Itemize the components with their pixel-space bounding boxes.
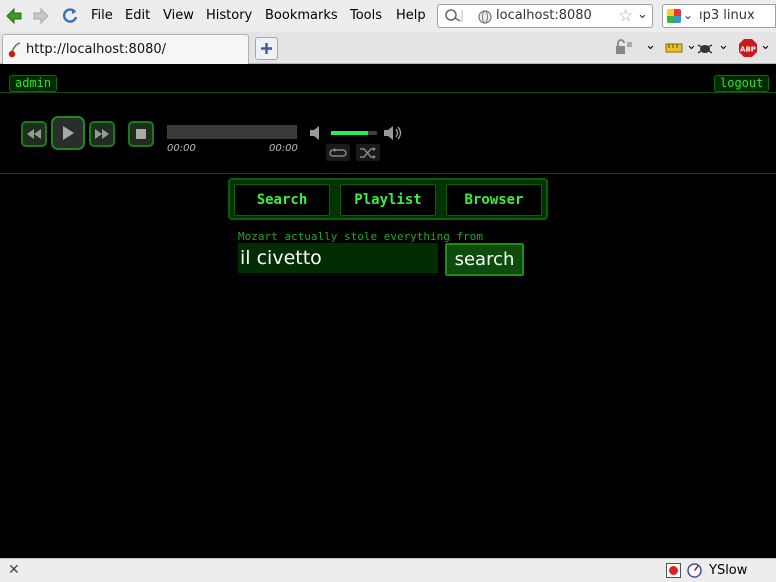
menu-help[interactable]: Help xyxy=(396,8,426,23)
plus-icon xyxy=(261,43,272,54)
url-bar[interactable]: localhost:8080 ☆ ⌄ xyxy=(437,4,653,28)
repeat-button[interactable] xyxy=(326,144,350,161)
main-navigation: Search Playlist Browser xyxy=(228,178,548,220)
tab-title: http://localhost:8080/ xyxy=(26,42,167,57)
close-findbar-icon[interactable]: ✕ xyxy=(8,562,20,578)
lock-dropdown-icon[interactable]: ⌄ xyxy=(645,38,656,53)
cherry-favicon-icon xyxy=(8,42,21,58)
adblock-icon[interactable]: ABP xyxy=(738,38,758,58)
forward-button[interactable] xyxy=(31,6,51,26)
shuffle-icon xyxy=(360,146,376,159)
page-content: admin logout 00:00 00:00 Search Playlist… xyxy=(0,65,776,558)
engine-dropdown-icon[interactable]: ⌄ xyxy=(683,8,693,22)
new-tab-button[interactable] xyxy=(255,37,278,60)
volume-slider[interactable] xyxy=(331,131,377,135)
forward-arrow-icon xyxy=(33,7,49,25)
web-search-bar[interactable]: ⌄ ıp3 linux xyxy=(662,4,776,28)
user-badge: admin xyxy=(9,75,58,92)
browser-menubar: File Edit View History Bookmarks Tools H… xyxy=(0,0,776,32)
tab-localhost[interactable]: http://localhost:8080/ xyxy=(2,34,249,64)
yslow-gauge-icon[interactable] xyxy=(687,563,702,578)
adblock-dropdown-icon[interactable]: ⌄ xyxy=(760,38,771,53)
elapsed-time: 00:00 xyxy=(167,143,196,154)
volume-mute-icon[interactable] xyxy=(309,125,327,141)
quote-text: Mozart actually stole everything from xyxy=(238,230,484,243)
lock-puzzle-icon[interactable] xyxy=(614,39,636,57)
total-time: 00:00 xyxy=(269,143,298,154)
audio-player: 00:00 00:00 xyxy=(0,92,776,174)
reload-icon xyxy=(63,8,78,23)
tab-browser[interactable]: Browser xyxy=(446,184,542,216)
back-arrow-icon xyxy=(6,7,22,25)
menu-bookmarks[interactable]: Bookmarks xyxy=(265,8,338,23)
play-button[interactable] xyxy=(51,116,85,150)
reload-button[interactable] xyxy=(60,6,80,26)
status-bar: ✕ YSlow xyxy=(0,558,776,582)
menu-edit[interactable]: Edit xyxy=(125,8,150,23)
previous-track-button[interactable] xyxy=(21,121,47,147)
search-input[interactable] xyxy=(238,243,438,273)
stop-button[interactable] xyxy=(128,121,154,147)
bookmark-star-icon[interactable]: ☆ xyxy=(618,6,633,26)
search-button[interactable]: search xyxy=(445,243,524,276)
tab-bar: http://localhost:8080/ ⌄ ⌄ ⌄ ABP ⌄ xyxy=(0,32,776,64)
yslow-label[interactable]: YSlow xyxy=(709,563,747,578)
back-button[interactable] xyxy=(4,6,24,26)
search-engine-icon[interactable] xyxy=(667,9,681,23)
site-identity-icon xyxy=(445,9,463,22)
firebug-dropdown-icon[interactable]: ⌄ xyxy=(718,38,729,53)
menu-view[interactable]: View xyxy=(163,8,194,23)
ruler-icon[interactable] xyxy=(665,41,683,55)
search-text: ıp3 linux xyxy=(699,8,755,23)
globe-icon xyxy=(478,10,492,24)
repeat-icon xyxy=(329,147,347,157)
tab-playlist[interactable]: Playlist xyxy=(340,184,436,216)
fast-forward-icon xyxy=(95,129,109,139)
menu-tools[interactable]: Tools xyxy=(350,8,382,23)
logout-link[interactable]: logout xyxy=(714,75,770,92)
next-track-button[interactable] xyxy=(89,121,115,147)
record-icon[interactable] xyxy=(666,563,681,578)
url-dropdown-icon[interactable]: ⌄ xyxy=(637,7,648,22)
play-icon xyxy=(63,126,74,140)
svg-text:ABP: ABP xyxy=(740,46,756,54)
menu-file[interactable]: File xyxy=(91,8,113,23)
shuffle-button[interactable] xyxy=(356,144,380,161)
volume-level xyxy=(331,131,368,135)
menu-history[interactable]: History xyxy=(206,8,252,23)
stop-icon xyxy=(136,129,146,139)
url-text: localhost:8080 xyxy=(496,8,592,23)
tab-search[interactable]: Search xyxy=(234,184,330,216)
volume-max-icon[interactable] xyxy=(383,125,403,141)
firebug-icon[interactable] xyxy=(696,39,714,57)
rewind-icon xyxy=(27,129,41,139)
seek-bar[interactable] xyxy=(167,125,297,139)
